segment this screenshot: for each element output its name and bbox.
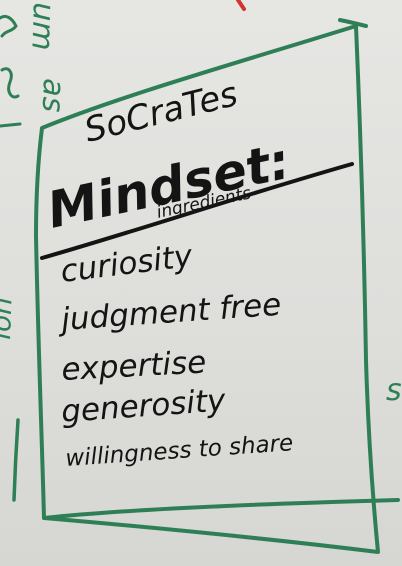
- margin-fragment-s: s: [386, 373, 402, 408]
- margin-fragment-ion: ion: [0, 296, 18, 340]
- left-edge-green-dash: [0, 122, 22, 128]
- margin-fragment-um: um: [24, 2, 61, 51]
- list-item-generosity: generosity: [60, 383, 227, 430]
- margin-fragment-as: as: [35, 78, 71, 113]
- red-ink-mark: [236, 0, 246, 11]
- list-item-willingness-to-share: willingness to share: [65, 430, 294, 472]
- list-item-expertise: expertise: [61, 344, 208, 388]
- left-edge-green-scribble: [0, 14, 18, 38]
- left-green-vertical-line: [12, 418, 20, 502]
- heading-mindset: Mindset:: [42, 132, 295, 240]
- left-edge-green-scribble-2: [0, 67, 20, 99]
- whiteboard: um as ion s SoCraTes Mindset: ingredient…: [0, 0, 402, 566]
- whiteboard-drawing: um as ion s SoCraTes Mindset: ingredient…: [0, 0, 402, 554]
- list-item-judgment-free: judgment free: [56, 287, 282, 339]
- green-frame-bottom-overshoot: [42, 498, 400, 520]
